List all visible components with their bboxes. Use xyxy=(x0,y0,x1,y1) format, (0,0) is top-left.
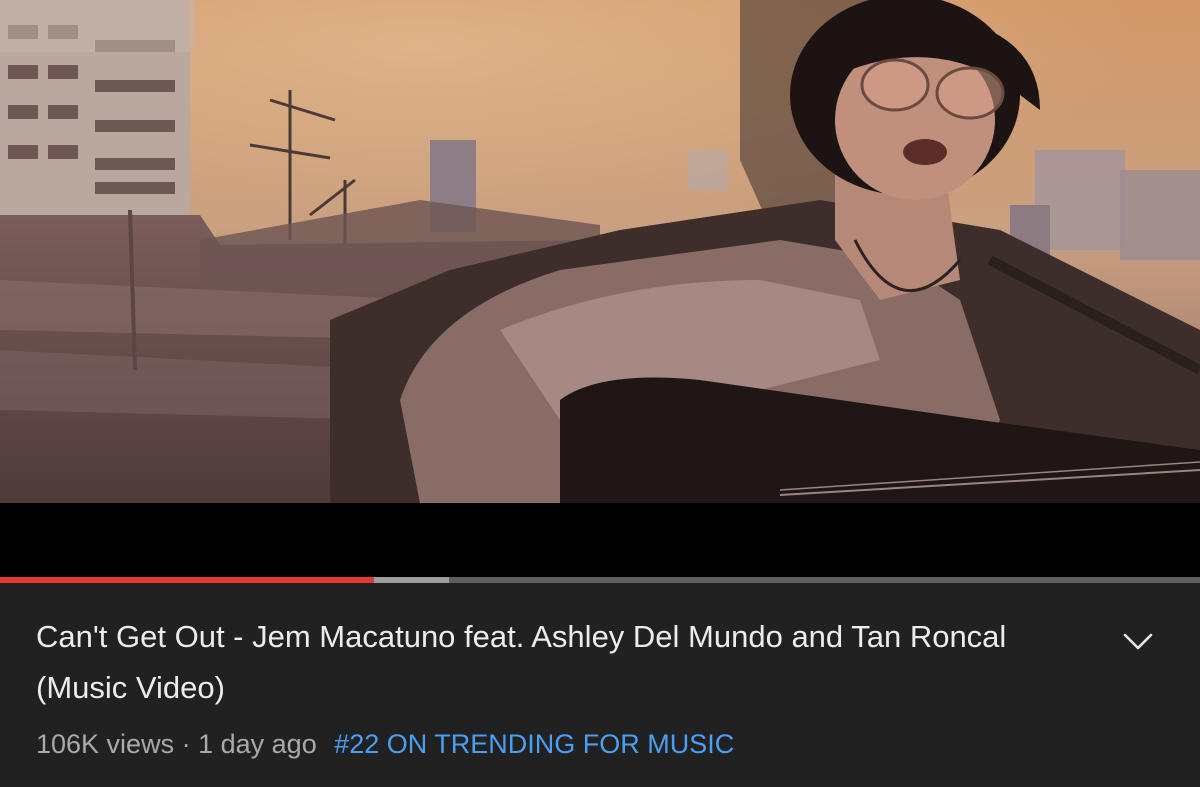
video-metadata: 106K views · 1 day ago #22 ON TRENDING F… xyxy=(36,726,734,762)
video-info-panel: Can't Get Out - Jem Macatuno feat. Ashle… xyxy=(0,583,1200,787)
trending-link[interactable]: #22 ON TRENDING FOR MUSIC xyxy=(334,729,734,759)
video-player[interactable] xyxy=(0,0,1200,583)
chevron-down-icon xyxy=(1123,633,1153,650)
view-count: 106K views xyxy=(36,729,175,759)
meta-separator: · xyxy=(181,729,191,759)
video-title[interactable]: Can't Get Out - Jem Macatuno feat. Ashle… xyxy=(36,611,1046,713)
video-frame[interactable] xyxy=(0,0,1200,503)
upload-age: 1 day ago xyxy=(198,729,317,759)
expand-description-button[interactable] xyxy=(1118,621,1158,661)
video-still-image xyxy=(0,0,1200,503)
